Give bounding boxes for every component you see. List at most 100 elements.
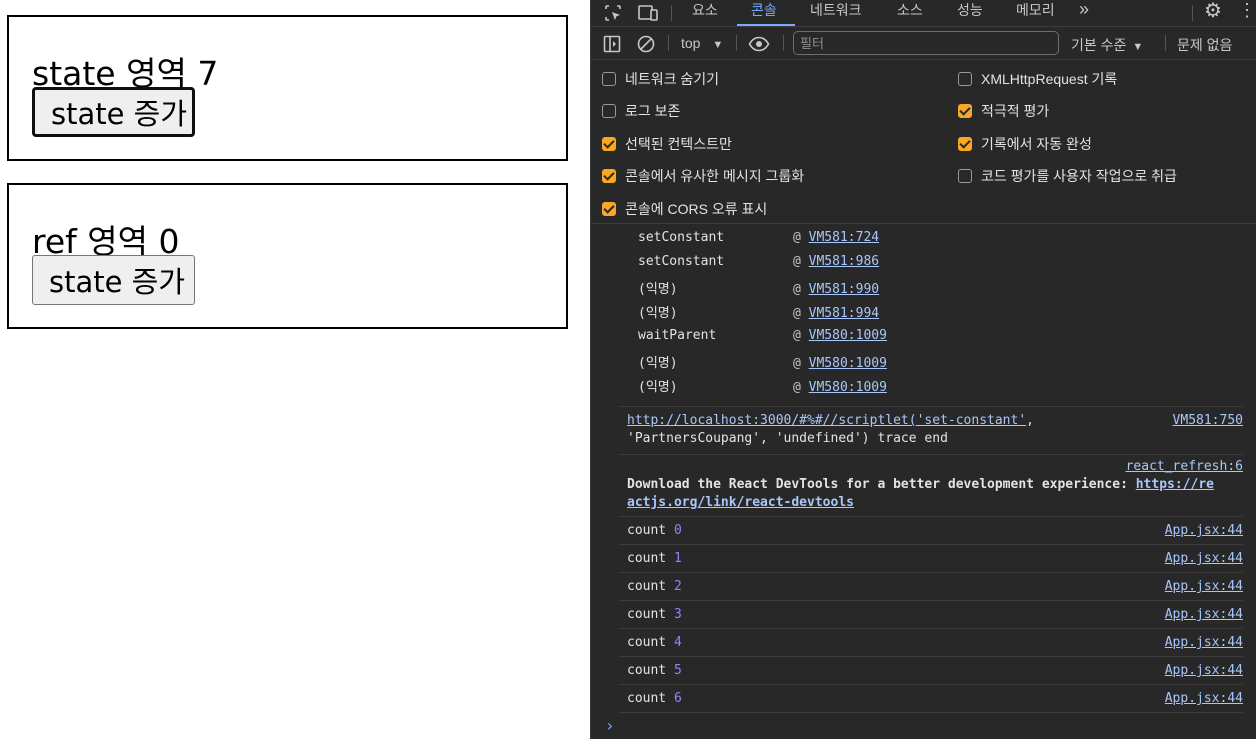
state-value: 7: [197, 54, 219, 93]
log-number: 1: [673, 551, 682, 566]
issues-count[interactable]: 문제 없음: [1177, 35, 1232, 55]
log-row: count 2: [627, 579, 682, 594]
log-row: count 0: [627, 523, 682, 538]
log-row: count 5: [627, 663, 682, 678]
sidebar-toggle-icon[interactable]: [603, 35, 621, 56]
setting-selected-context-only[interactable]: 선택된 컨텍스트만: [602, 134, 732, 154]
log-row: count 3: [627, 607, 682, 622]
stack-source-link[interactable]: VM580:1009: [809, 356, 887, 371]
gear-icon[interactable]: ⚙: [1204, 1, 1222, 21]
message-divider: [619, 684, 1243, 685]
log-label: count: [627, 663, 667, 678]
checkbox-checked[interactable]: [602, 137, 616, 151]
toolbar-separator: [736, 35, 737, 51]
setting-eager-eval[interactable]: 적극적 평가: [958, 101, 1049, 121]
tab-network[interactable]: 네트워크: [810, 0, 862, 26]
ref-section-button[interactable]: state 증가: [32, 255, 195, 305]
log-number: 6: [673, 691, 682, 706]
stack-source-link[interactable]: VM581:986: [809, 254, 879, 269]
toolbar-separator: [783, 35, 784, 51]
setting-autocomplete-history[interactable]: 기록에서 자동 완성: [958, 134, 1092, 154]
setting-log-xhr[interactable]: XMLHttpRequest 기록: [958, 69, 1117, 89]
tab-memory[interactable]: 메모리: [1016, 0, 1055, 26]
setting-label: 코드 평가를 사용자 작업으로 취급: [981, 168, 1177, 184]
checkbox[interactable]: [602, 104, 616, 118]
message-divider: [619, 628, 1243, 629]
stack-source-link[interactable]: VM581:990: [809, 282, 879, 297]
react-devtools-message: Download the React DevTools for a better…: [627, 477, 1214, 492]
log-source-link[interactable]: App.jsx:44: [1165, 635, 1243, 650]
tab-sources[interactable]: 소스: [897, 0, 923, 26]
react-refresh-source-link[interactable]: react_refresh:6: [1126, 459, 1243, 474]
log-number: 2: [673, 579, 682, 594]
stack-source-link[interactable]: VM580:1009: [809, 328, 887, 343]
log-label: count: [627, 635, 667, 650]
react-devtools-link[interactable]: https://re: [1136, 477, 1214, 492]
log-number: 0: [673, 523, 682, 538]
log-source-link[interactable]: App.jsx:44: [1165, 663, 1243, 678]
react-devtools-link-cont[interactable]: actjs.org/link/react-devtools: [627, 495, 854, 510]
log-label: count: [627, 551, 667, 566]
message-divider: [619, 656, 1243, 657]
chevron-down-icon: ▼: [1132, 41, 1144, 53]
checkbox[interactable]: [602, 72, 616, 86]
device-toolbar-icon[interactable]: [637, 3, 659, 26]
setting-label: 콘솔에 CORS 오류 표시: [625, 201, 768, 217]
ref-section: ref 영역 0 state 증가: [7, 183, 568, 329]
tab-performance[interactable]: 성능: [957, 0, 983, 26]
scriptlet-source-link[interactable]: VM581:750: [1173, 413, 1243, 428]
checkbox-checked[interactable]: [602, 202, 616, 216]
state-increment-button[interactable]: state 증가: [32, 87, 195, 137]
filter-input[interactable]: [793, 31, 1059, 55]
log-level-selector[interactable]: 기본 수준 ▼: [1071, 35, 1143, 55]
log-label: count: [627, 691, 667, 706]
stack-function: (익명): [638, 380, 678, 395]
setting-group-similar[interactable]: 콘솔에서 유사한 메시지 그룹화: [602, 166, 804, 186]
log-row: count 6: [627, 691, 682, 706]
stack-frame: (익명) @ VM581:994: [638, 302, 879, 321]
checkbox[interactable]: [958, 169, 972, 183]
more-tabs-button[interactable]: »: [1079, 0, 1089, 26]
context-selector-label: top: [681, 35, 701, 51]
stack-frame: setConstant @ VM581:986: [638, 254, 880, 269]
checkbox-checked[interactable]: [958, 104, 972, 118]
stack-source-link[interactable]: VM580:1009: [809, 380, 887, 395]
setting-label: 적극적 평가: [981, 103, 1050, 119]
app-viewport: state 영역 7 state 증가 ref 영역 0 state 증가: [0, 0, 590, 739]
setting-label: 콘솔에서 유사한 메시지 그룹화: [625, 168, 805, 184]
react-devtools-text: Download the React DevTools for a better…: [627, 477, 1136, 492]
setting-preserve-log[interactable]: 로그 보존: [602, 101, 680, 121]
scriptlet-link[interactable]: http://localhost:3000/#%#//scriptlet('se…: [627, 413, 1026, 428]
log-row: count 1: [627, 551, 682, 566]
more-options-icon[interactable]: ⋮: [1238, 1, 1256, 19]
context-selector[interactable]: top ▼: [681, 35, 723, 51]
eye-icon[interactable]: [748, 36, 770, 55]
log-source-link[interactable]: App.jsx:44: [1165, 579, 1243, 594]
console-toolbar: top ▼ 기본 수준 ▼ 문제 없음: [591, 27, 1256, 60]
stack-function: setConstant: [638, 254, 725, 269]
log-source-link[interactable]: App.jsx:44: [1165, 691, 1243, 706]
checkbox-checked[interactable]: [602, 169, 616, 183]
stack-frame: (익명) @ VM580:1009: [638, 352, 887, 371]
log-label: count: [627, 523, 667, 538]
setting-hide-network[interactable]: 네트워크 숨기기: [602, 69, 719, 89]
inspect-element-icon[interactable]: [603, 3, 623, 26]
log-source-link[interactable]: App.jsx:44: [1165, 607, 1243, 622]
stack-source-link[interactable]: VM581:994: [809, 306, 879, 321]
react-devtools-message-line2: actjs.org/link/react-devtools: [627, 495, 854, 510]
stack-function: setConstant: [638, 230, 725, 245]
tab-elements[interactable]: 요소: [692, 0, 718, 26]
stack-source-link[interactable]: VM581:724: [809, 230, 879, 245]
tab-console[interactable]: 콘솔: [737, 0, 795, 26]
console-prompt-icon[interactable]: ›: [605, 716, 615, 735]
scriptlet-text: ,: [1026, 413, 1034, 428]
clear-console-icon[interactable]: [637, 35, 655, 56]
message-divider: [619, 406, 1243, 407]
stack-frame: waitParent @ VM580:1009: [638, 328, 887, 343]
setting-cors-errors[interactable]: 콘솔에 CORS 오류 표시: [602, 199, 767, 219]
checkbox[interactable]: [958, 72, 972, 86]
checkbox-checked[interactable]: [958, 137, 972, 151]
log-source-link[interactable]: App.jsx:44: [1165, 523, 1243, 538]
log-source-link[interactable]: App.jsx:44: [1165, 551, 1243, 566]
setting-user-gesture[interactable]: 코드 평가를 사용자 작업으로 취급: [958, 166, 1177, 186]
